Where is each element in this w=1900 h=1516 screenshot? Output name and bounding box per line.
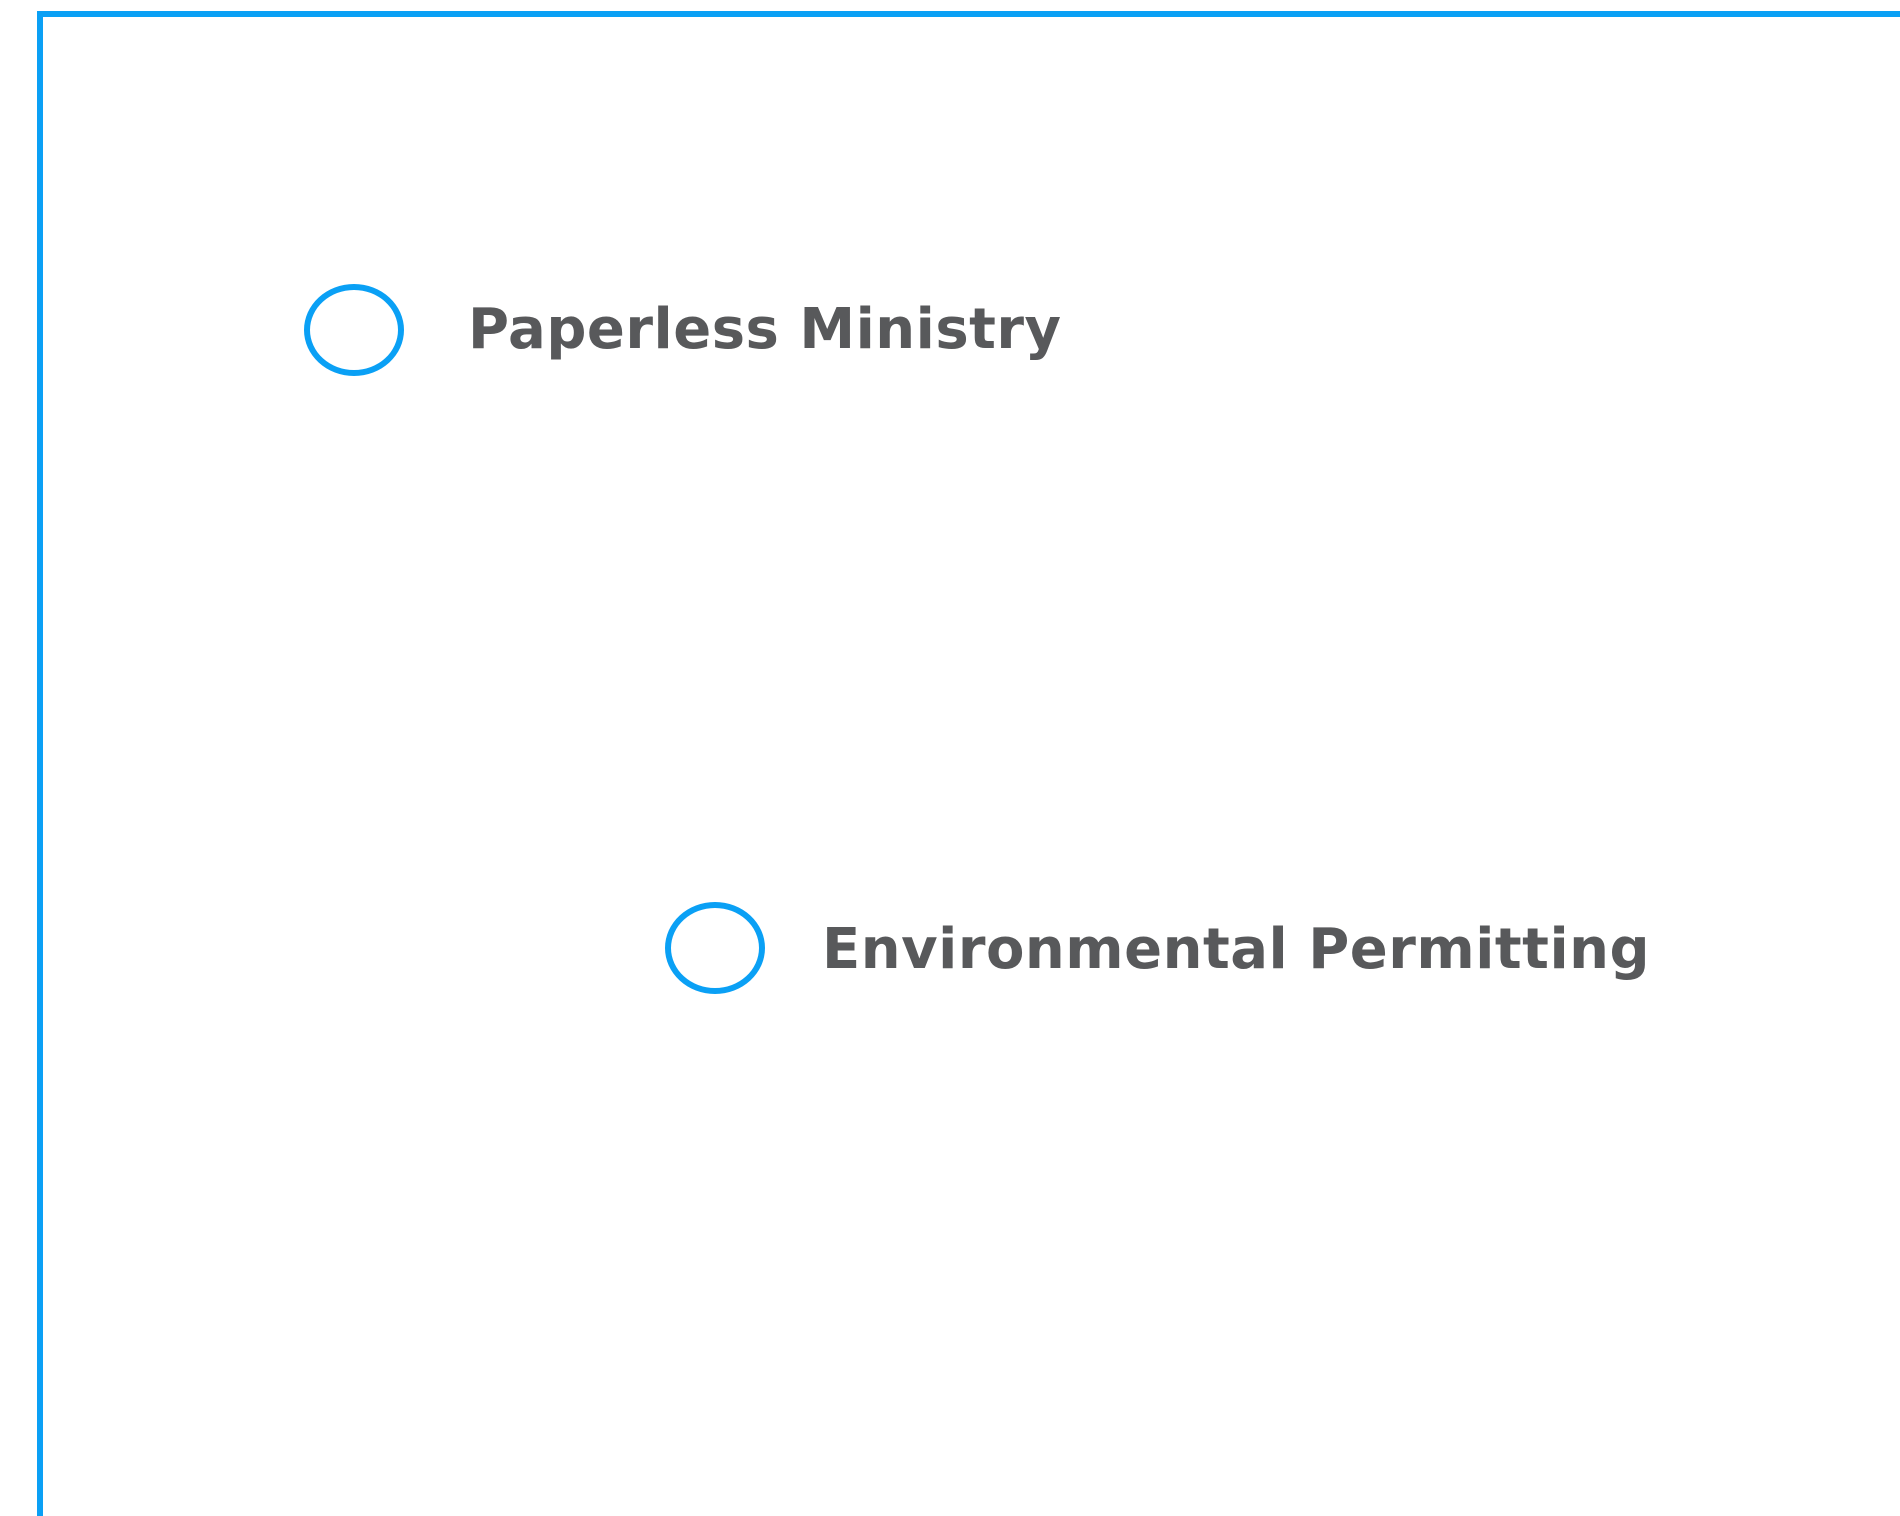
- environmental-permitting-radio-icon[interactable]: [665, 902, 765, 994]
- diagram-canvas: Paperless Ministry Environmental Permitt…: [0, 0, 1900, 1516]
- paperless-ministry-label[interactable]: Paperless Ministry: [468, 302, 1062, 358]
- environmental-permitting-label[interactable]: Environmental Permitting: [822, 922, 1650, 978]
- paperless-ministry-radio-icon[interactable]: [304, 284, 404, 376]
- diagram-frame: [37, 11, 1900, 1516]
